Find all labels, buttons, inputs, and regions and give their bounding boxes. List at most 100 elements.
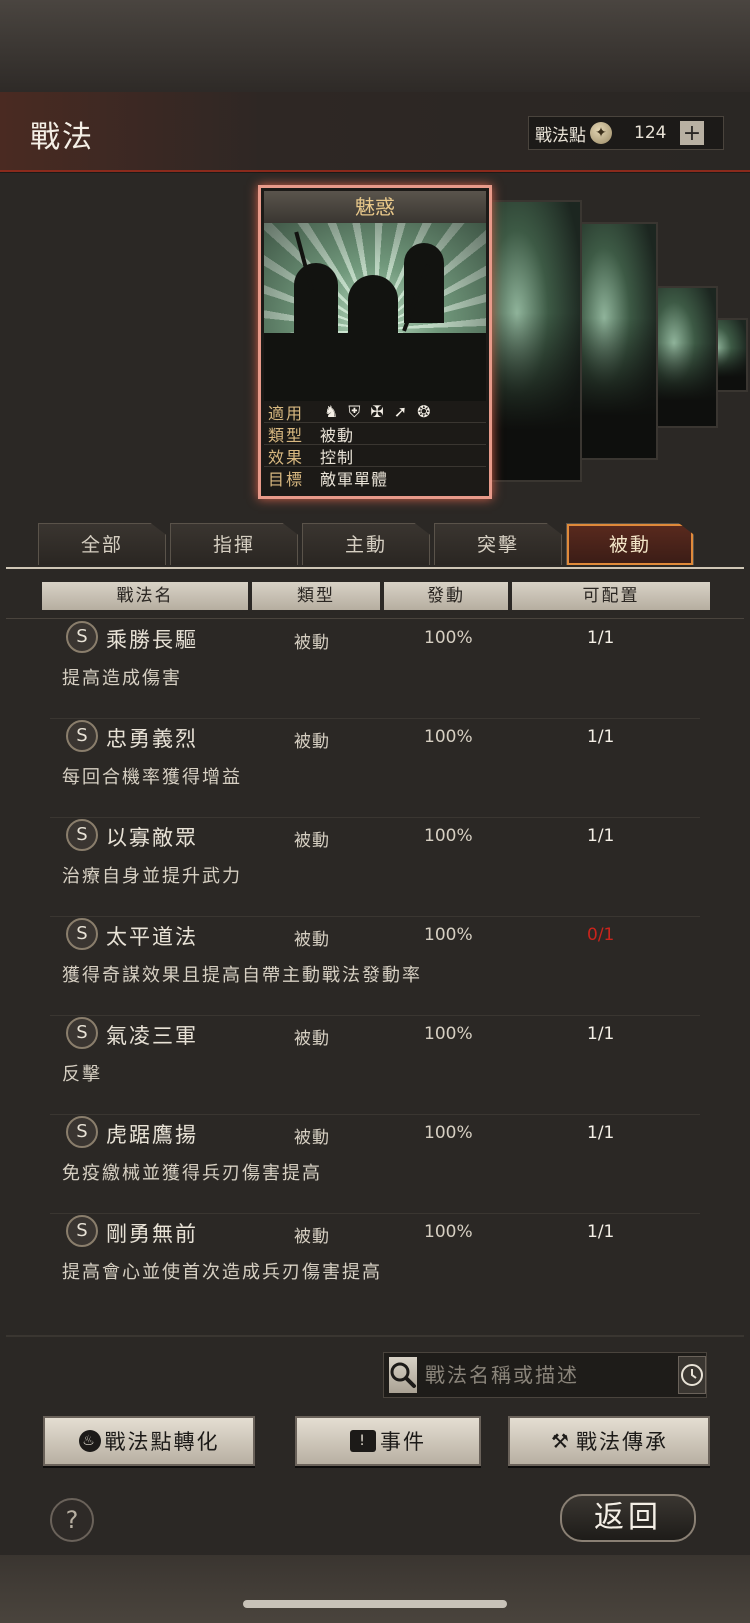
prop-value: 控制: [320, 447, 355, 467]
selected-tactic-card[interactable]: 魅惑 適用 ♞ ⛨ ✠ ➚ ❂ 類型 被動 效果 控制 目標 敵軍單體: [258, 185, 492, 499]
tactic-type: 被動: [294, 831, 330, 851]
unit-type-icons: ♞ ⛨ ✠ ➚ ❂: [314, 402, 431, 422]
back-button[interactable]: 返回: [560, 1494, 696, 1542]
add-points-button[interactable]: +: [680, 121, 704, 146]
event-label: 事件: [380, 1430, 426, 1454]
search-button[interactable]: [389, 1357, 417, 1393]
tactic-rate: 100%: [424, 1024, 473, 1044]
tactic-type: 被動: [294, 1029, 330, 1049]
spear-icon: ➚: [393, 401, 408, 421]
home-indicator[interactable]: [243, 1600, 507, 1608]
tactic-desc: 治療自身並提升武力: [62, 866, 242, 887]
siege-icon: ❂: [417, 401, 431, 421]
tactic-rate: 100%: [424, 925, 473, 945]
prop-key: 效果: [268, 447, 305, 467]
bow-icon: ✠: [370, 401, 384, 421]
inherit-button[interactable]: ⚒ 戰法傳承: [508, 1416, 710, 1466]
grade-badge: S: [66, 918, 98, 950]
tab-active[interactable]: 主動: [302, 523, 430, 565]
tactic-slots: 1/1: [587, 1222, 615, 1242]
help-button[interactable]: ?: [50, 1498, 94, 1542]
coin-icon: ✦: [590, 122, 612, 144]
tactic-slots: 1/1: [587, 1024, 615, 1044]
tactic-slots: 1/1: [587, 1123, 615, 1143]
tactic-list[interactable]: S 乘勝長驅 被動 100% 1/1 提高造成傷害 S 忠勇義烈 被動 100%…: [50, 620, 700, 1310]
silhouette: [264, 333, 486, 401]
divider: [6, 618, 744, 619]
tactic-name: 忠勇義烈: [106, 727, 198, 751]
col-slots[interactable]: 可配置: [512, 582, 710, 610]
grade-badge: S: [66, 1215, 98, 1247]
inherit-label: 戰法傳承: [576, 1430, 668, 1454]
tab-assault[interactable]: 突擊: [434, 523, 562, 565]
convert-points-button[interactable]: ♨ 戰法點轉化: [43, 1416, 255, 1466]
tactic-points-label: 戰法點: [535, 125, 586, 146]
tab-all[interactable]: 全部: [38, 523, 166, 565]
event-button[interactable]: ! 事件: [295, 1416, 481, 1466]
divider: [6, 1335, 744, 1337]
list-item[interactable]: S 太平道法 被動 100% 0/1 獲得奇謀效果且提高自帶主動戰法發動率: [50, 917, 700, 1016]
hammer-icon: ⚒: [551, 1429, 571, 1453]
prop-key: 類型: [268, 425, 305, 445]
tactic-desc: 提高造成傷害: [62, 668, 182, 689]
grade-badge: S: [66, 1017, 98, 1049]
search-input[interactable]: [417, 1357, 678, 1393]
tactic-type: 被動: [294, 1128, 330, 1148]
card-artwork: [264, 223, 486, 401]
tactic-slots: 1/1: [587, 628, 615, 648]
tactic-points: 戰法點 ✦ 124 +: [528, 116, 724, 150]
tactic-desc: 每回合機率獲得增益: [62, 767, 242, 788]
tactic-rate: 100%: [424, 1222, 473, 1242]
tactic-points-value: 124: [634, 123, 667, 143]
category-tabs: 全部 指揮 主動 突擊 被動: [38, 523, 694, 565]
shield-icon: ⛨: [348, 401, 361, 421]
list-item[interactable]: S 虎踞鷹揚 被動 100% 1/1 免疫繳械並獲得兵刃傷害提高: [50, 1115, 700, 1214]
search-bar: [383, 1352, 707, 1398]
alert-icon: !: [350, 1430, 376, 1452]
grade-badge: S: [66, 819, 98, 851]
grade-badge: S: [66, 720, 98, 752]
prop-value: 敵軍單體: [320, 470, 389, 489]
tactic-type: 被動: [294, 633, 330, 653]
tactic-name: 氣凌三軍: [106, 1024, 198, 1048]
column-headers: 戰法名 類型 發動 可配置: [42, 582, 710, 610]
tactic-rate: 100%: [424, 1123, 473, 1143]
grade-badge: S: [66, 621, 98, 653]
top-banner: [0, 0, 750, 92]
tactic-slots: 0/1: [587, 925, 615, 945]
header-bar: 戰法 戰法點 ✦ 124 +: [0, 92, 750, 172]
tactic-desc: 免疫繳械並獲得兵刃傷害提高: [62, 1163, 322, 1184]
tactic-slots: 1/1: [587, 727, 615, 747]
card-back-1[interactable]: [488, 200, 582, 482]
col-rate[interactable]: 發動: [384, 582, 508, 610]
prop-row-applicable: 適用 ♞ ⛨ ✠ ➚ ❂: [264, 401, 486, 423]
card-back-3[interactable]: [654, 286, 718, 428]
list-item[interactable]: S 忠勇義烈 被動 100% 1/1 每回合機率獲得增益: [50, 719, 700, 818]
tactic-rate: 100%: [424, 727, 473, 747]
list-item[interactable]: S 乘勝長驅 被動 100% 1/1 提高造成傷害: [50, 620, 700, 719]
history-button[interactable]: [678, 1356, 706, 1394]
list-item[interactable]: S 以寡敵眾 被動 100% 1/1 治療自身並提升武力: [50, 818, 700, 917]
list-item[interactable]: S 剛勇無前 被動 100% 1/1 提高會心並使首次造成兵刃傷害提高: [50, 1214, 700, 1310]
list-item[interactable]: S 氣凌三軍 被動 100% 1/1 反擊: [50, 1016, 700, 1115]
bottom-banner: [0, 1555, 750, 1623]
col-name[interactable]: 戰法名: [42, 582, 248, 610]
tactic-desc: 反擊: [62, 1064, 102, 1085]
page-title: 戰法: [30, 120, 94, 155]
tab-passive[interactable]: 被動: [566, 523, 694, 565]
tactic-desc: 獲得奇謀效果且提高自帶主動戰法發動率: [62, 965, 422, 986]
convert-points-label: 戰法點轉化: [104, 1430, 220, 1454]
prop-key: 目標: [268, 470, 305, 489]
col-type[interactable]: 類型: [252, 582, 380, 610]
search-icon: [390, 1362, 416, 1388]
tactic-name: 乘勝長驅: [106, 628, 198, 652]
tab-command[interactable]: 指揮: [170, 523, 298, 565]
prop-row-target: 目標 敵軍單體: [264, 467, 486, 489]
card-back-2[interactable]: [580, 222, 658, 460]
grade-badge: S: [66, 1116, 98, 1148]
tactic-name: 太平道法: [106, 925, 198, 949]
flame-icon: ♨: [78, 1430, 101, 1452]
card-name: 魅惑: [264, 191, 486, 223]
tactic-slots: 1/1: [587, 826, 615, 846]
prop-key: 適用: [268, 403, 305, 423]
